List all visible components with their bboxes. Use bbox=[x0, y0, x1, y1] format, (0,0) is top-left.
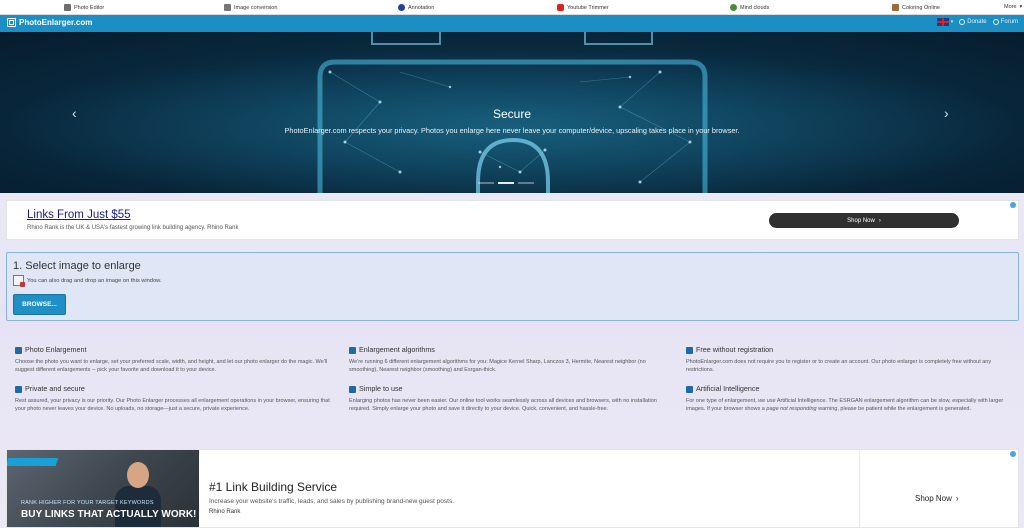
carousel-dot[interactable] bbox=[478, 182, 494, 184]
hero-subtitle: PhotoEnlarger.com respects your privacy.… bbox=[284, 126, 740, 135]
lock-icon bbox=[15, 385, 22, 393]
carousel-indicators bbox=[478, 182, 534, 184]
drag-image-icon bbox=[13, 275, 25, 287]
user-icon bbox=[686, 346, 693, 354]
image-conversion-icon bbox=[224, 4, 231, 11]
image-icon bbox=[15, 346, 22, 354]
ad-subtitle: Increase your website's traffic, leads, … bbox=[209, 498, 455, 505]
feature-simple-to-use: Simple to use Enlarging photos has never… bbox=[349, 384, 657, 413]
browse-button[interactable]: BROWSE... bbox=[13, 294, 66, 315]
chevron-right-icon: › bbox=[878, 217, 881, 224]
ad-subtitle: Rhino Rank is the UK & USA's fastest gro… bbox=[27, 225, 239, 231]
forum-icon bbox=[992, 19, 999, 25]
donate-icon bbox=[959, 19, 966, 25]
chevron-down-icon: ▾ bbox=[950, 19, 954, 25]
chevron-right-icon: › bbox=[955, 494, 959, 503]
topnav-annotation[interactable]: Annotation bbox=[398, 4, 434, 11]
forum-link[interactable]: Forum bbox=[992, 19, 1018, 25]
select-image-panel: 1. Select image to enlarge You can also … bbox=[6, 252, 1019, 321]
feature-private-and-secure: Private and secure Rest assured, your pr… bbox=[15, 384, 330, 413]
adchoices-icon[interactable] bbox=[1010, 202, 1016, 208]
feature-photo-enlargement: Photo Enlargement Choose the photo you w… bbox=[15, 345, 328, 374]
logo-icon bbox=[7, 18, 16, 27]
photo-editor-icon bbox=[64, 4, 71, 11]
ad-image[interactable]: RANK HIGHER FOR YOUR TARGET KEYWORDS BUY… bbox=[7, 450, 199, 527]
site-header: PhotoEnlarger.com ▾ Donate Forum bbox=[0, 15, 1024, 32]
carousel-prev-icon[interactable]: ‹ bbox=[72, 105, 77, 121]
carousel-dot-active[interactable] bbox=[498, 182, 514, 184]
hero-carousel: Secure PhotoEnlarger.com respects your p… bbox=[0, 32, 1024, 193]
carousel-next-icon[interactable]: › bbox=[944, 105, 949, 121]
hero-title: Secure bbox=[492, 107, 532, 121]
ad-title[interactable]: #1 Link Building Service bbox=[209, 480, 337, 494]
topnav-youtube-trimmer[interactable]: Youtube Trimmer bbox=[557, 4, 609, 11]
ad-shop-now-button[interactable]: Shop Now › bbox=[915, 494, 959, 503]
topnav-image-conversion[interactable]: Image conversion bbox=[224, 4, 277, 11]
coloring-icon bbox=[892, 4, 899, 11]
topnav-mind-clouds[interactable]: Mind clouds bbox=[730, 4, 769, 11]
select-image-title: 1. Select image to enlarge bbox=[13, 260, 141, 272]
topnav-more[interactable]: More ▾ bbox=[1004, 4, 1022, 10]
server-icon bbox=[686, 385, 693, 393]
annotation-icon bbox=[398, 4, 405, 11]
uk-flag-icon[interactable] bbox=[936, 18, 949, 26]
ai-feature-text: For one type of enlargement, we use Arti… bbox=[686, 397, 1004, 413]
mind-clouds-icon bbox=[730, 4, 737, 11]
topnav-coloring-online[interactable]: Coloring Online bbox=[892, 4, 940, 11]
brand-link[interactable]: PhotoEnlarger.com bbox=[7, 18, 92, 27]
adchoices-icon[interactable] bbox=[1010, 451, 1016, 457]
header-actions: ▾ Donate Forum bbox=[936, 18, 1018, 26]
topnav-photo-editor[interactable]: Photo Editor bbox=[64, 4, 104, 11]
top-nav-strip: Photo Editor Image conversion Annotation… bbox=[0, 0, 1024, 15]
carousel-dot[interactable] bbox=[518, 182, 534, 184]
ad-brand: Rhino Rank bbox=[209, 509, 241, 515]
feature-free-without-registration: Free without registration PhotoEnlarger.… bbox=[686, 345, 992, 374]
image-icon bbox=[349, 346, 356, 354]
donate-link[interactable]: Donate bbox=[959, 19, 987, 25]
youtube-icon bbox=[557, 4, 564, 11]
feature-enlargement-algorithms: Enlargement algorithms We're running 6 d… bbox=[349, 345, 646, 374]
ad-banner-top[interactable]: Links From Just $55 Rhino Rank is the UK… bbox=[6, 200, 1019, 240]
ad-title[interactable]: Links From Just $55 bbox=[27, 209, 131, 221]
drag-drop-hint: You can also drag and drop an image on t… bbox=[13, 275, 162, 287]
feature-artificial-intelligence: Artificial Intelligence For one type of … bbox=[686, 384, 1010, 413]
ad-banner-bottom[interactable]: RANK HIGHER FOR YOUR TARGET KEYWORDS BUY… bbox=[6, 449, 1019, 528]
send-icon bbox=[349, 385, 356, 393]
chevron-down-icon: ▾ bbox=[1019, 4, 1023, 10]
ad-shop-now-button[interactable]: Shop Now › bbox=[769, 213, 959, 228]
